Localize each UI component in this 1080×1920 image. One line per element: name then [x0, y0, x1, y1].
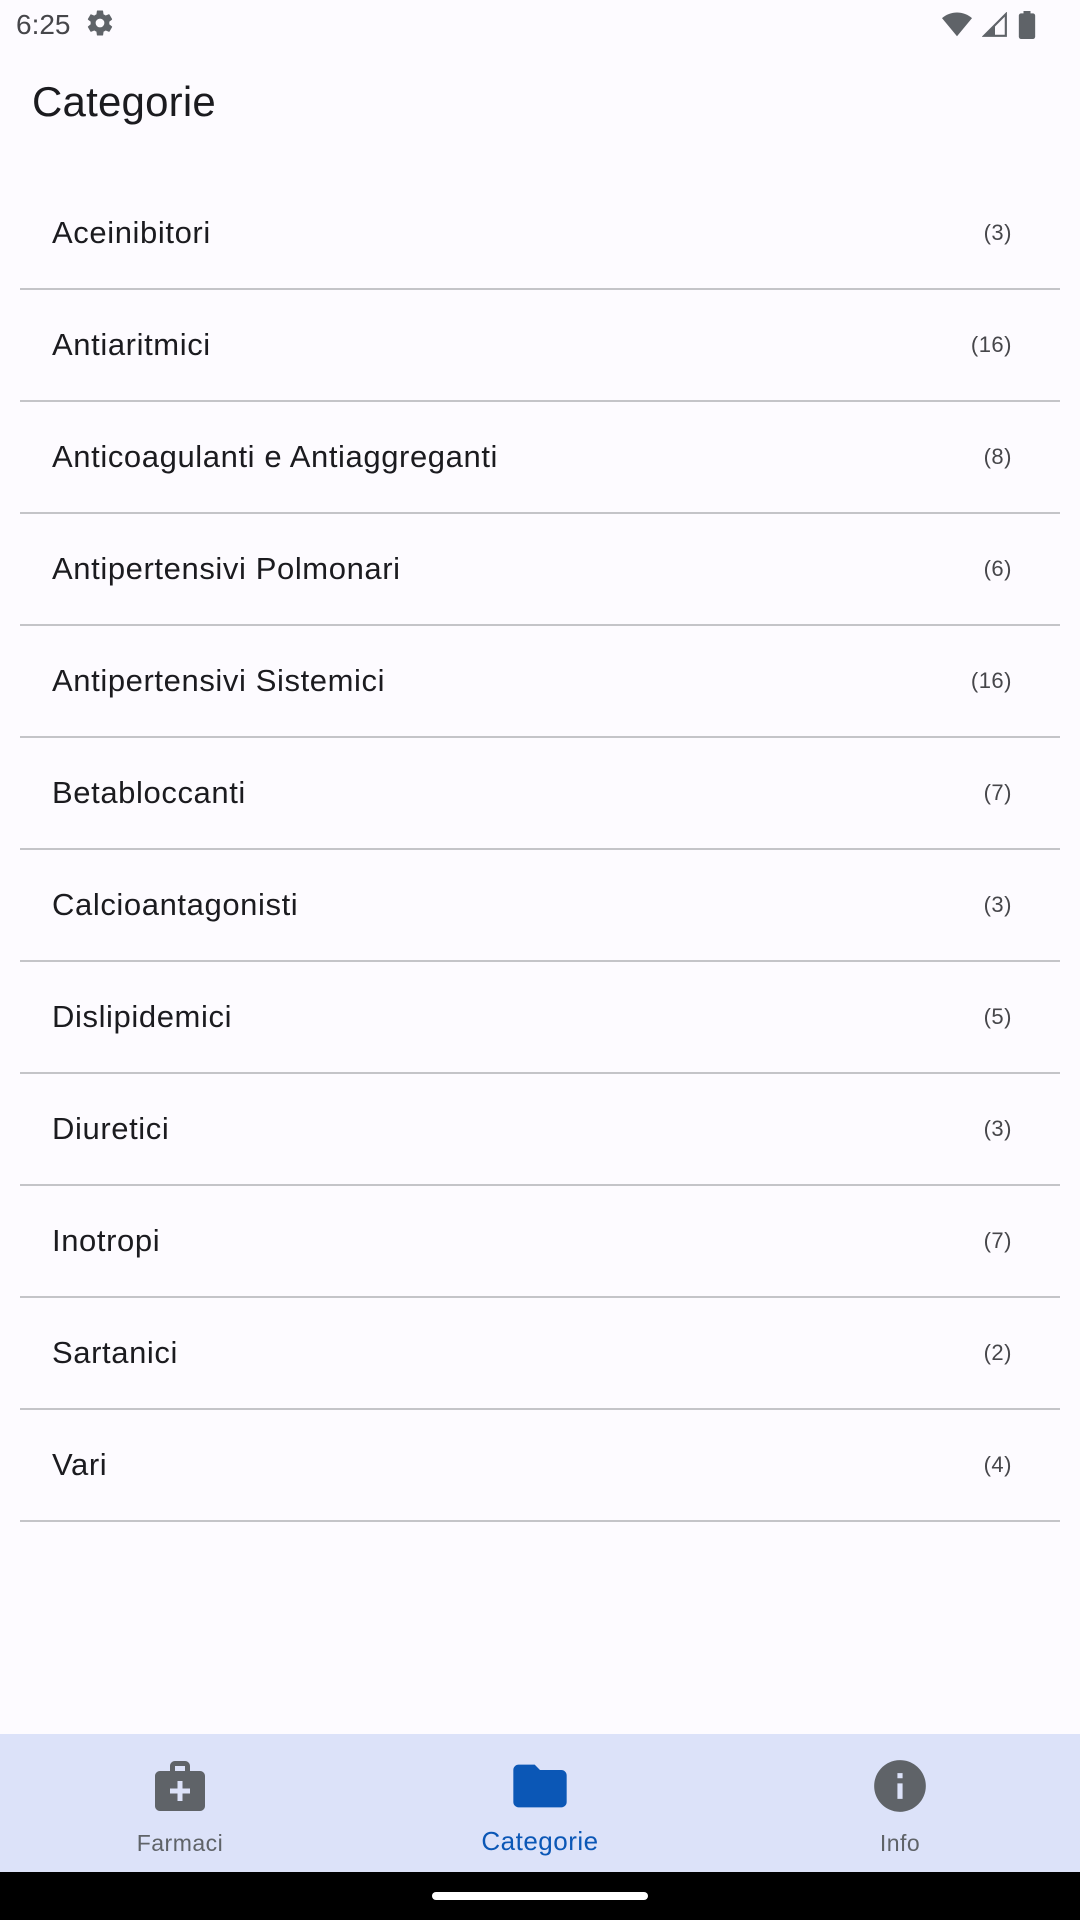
- category-label: Betabloccanti: [52, 775, 246, 810]
- category-label: Dislipidemici: [52, 999, 233, 1034]
- info-icon: [868, 1754, 932, 1818]
- category-count: (4): [983, 1452, 1012, 1477]
- category-count: (2): [983, 1340, 1012, 1365]
- category-label: Sartanici: [52, 1335, 179, 1370]
- category-label: Antipertensivi Polmonari: [52, 551, 401, 586]
- app-bar: Categorie: [0, 50, 1080, 154]
- status-bar: 6:25: [0, 0, 1080, 50]
- category-count: (8): [983, 444, 1012, 469]
- nav-label: Farmaci: [136, 1830, 224, 1856]
- page-title: Categorie: [32, 78, 216, 125]
- gesture-navigation-bar: [0, 1872, 1080, 1920]
- category-label: Vari: [52, 1447, 108, 1482]
- category-item-calcioantagonisti[interactable]: Calcioantagonisti (3): [20, 850, 1060, 962]
- category-count: (3): [983, 220, 1012, 245]
- category-count: (16): [970, 668, 1012, 693]
- category-item-vari[interactable]: Vari (4): [20, 1410, 1060, 1522]
- category-item-dislipidemici[interactable]: Dislipidemici (5): [20, 962, 1060, 1074]
- medical-bag-icon: [148, 1754, 212, 1818]
- category-item-diuretici[interactable]: Diuretici (3): [20, 1074, 1060, 1186]
- category-count: (3): [983, 892, 1012, 917]
- category-label: Aceinibitori: [52, 215, 211, 250]
- category-item-betabloccanti[interactable]: Betabloccanti (7): [20, 738, 1060, 850]
- category-count: (7): [983, 780, 1012, 805]
- category-item-anticoagulanti[interactable]: Anticoagulanti e Antiaggreganti (8): [20, 402, 1060, 514]
- category-label: Anticoagulanti e Antiaggreganti: [52, 439, 499, 474]
- category-count: (6): [983, 556, 1012, 581]
- status-right: [942, 11, 1064, 39]
- nav-label: Info: [879, 1830, 921, 1856]
- category-item-sartanici[interactable]: Sartanici (2): [20, 1298, 1060, 1410]
- category-count: (16): [970, 332, 1012, 357]
- settings-gear-icon: [85, 8, 115, 43]
- category-item-antipertensivi-polmonari[interactable]: Antipertensivi Polmonari (6): [20, 514, 1060, 626]
- category-count: (7): [983, 1228, 1012, 1253]
- category-list: Aceinibitori (3) Antiaritmici (16) Antic…: [20, 178, 1060, 1522]
- bottom-navigation: Farmaci Categorie Info: [0, 1734, 1080, 1872]
- folder-icon: [508, 1754, 572, 1818]
- wifi-icon: [942, 12, 972, 38]
- category-label: Antipertensivi Sistemici: [52, 663, 386, 698]
- nav-item-info[interactable]: Info: [720, 1734, 1080, 1872]
- category-item-aceinibitori[interactable]: Aceinibitori (3): [20, 178, 1060, 290]
- status-time: 6:25: [16, 9, 71, 40]
- category-item-antiaritmici[interactable]: Antiaritmici (16): [20, 290, 1060, 402]
- nav-item-categorie[interactable]: Categorie: [360, 1734, 720, 1872]
- nav-item-farmaci[interactable]: Farmaci: [0, 1734, 360, 1872]
- cell-signal-icon: [982, 12, 1008, 38]
- category-label: Calcioantagonisti: [52, 887, 299, 922]
- category-count: (5): [983, 1004, 1012, 1029]
- category-item-inotropi[interactable]: Inotropi (7): [20, 1186, 1060, 1298]
- category-count: (3): [983, 1116, 1012, 1141]
- category-label: Inotropi: [52, 1223, 161, 1258]
- category-label: Antiaritmici: [52, 327, 211, 362]
- gesture-handle[interactable]: [432, 1892, 648, 1900]
- category-label: Diuretici: [52, 1111, 170, 1146]
- category-item-antipertensivi-sistemici[interactable]: Antipertensivi Sistemici (16): [20, 626, 1060, 738]
- nav-label: Categorie: [481, 1826, 599, 1856]
- battery-icon: [1018, 11, 1036, 39]
- status-left: 6:25: [16, 8, 115, 43]
